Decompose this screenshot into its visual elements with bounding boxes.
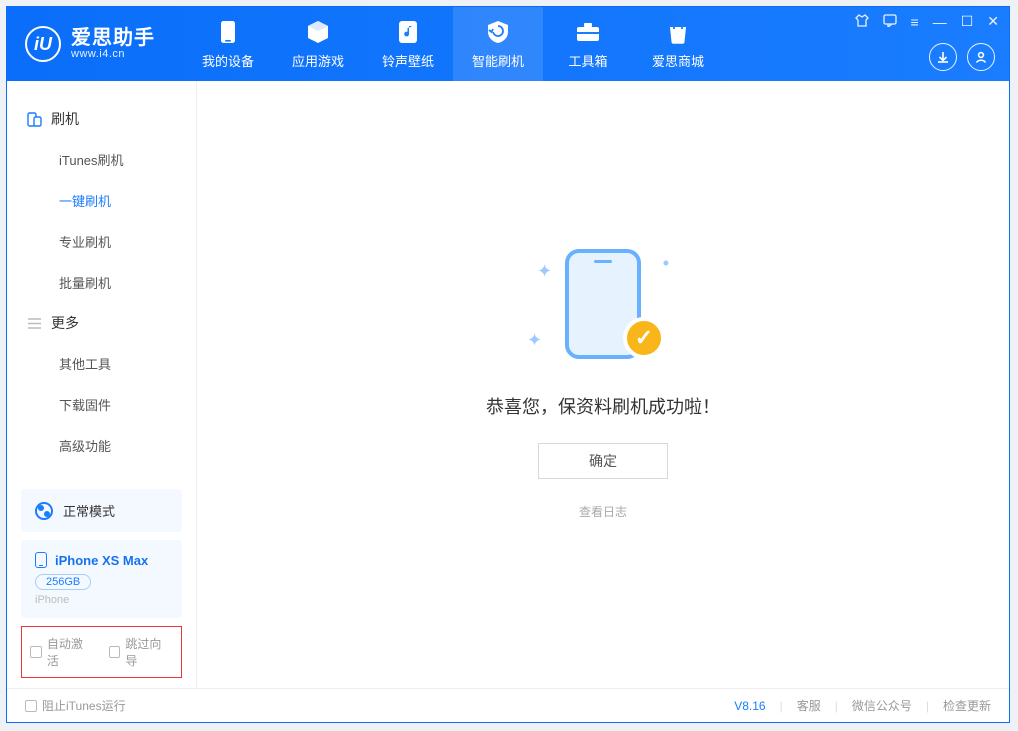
sidebar-item-pro-flash[interactable]: 专业刷机 — [7, 221, 196, 262]
sidebar-item-itunes-flash[interactable]: iTunes刷机 — [7, 139, 196, 180]
nav-label: 工具箱 — [568, 51, 607, 70]
sidebar-section-more: 更多 — [7, 303, 196, 343]
device-name-row: iPhone XS Max — [35, 552, 168, 568]
ok-button[interactable]: 确定 — [538, 443, 668, 479]
sidebar-item-other-tools[interactable]: 其他工具 — [7, 343, 196, 384]
nav-label: 应用游戏 — [292, 51, 344, 70]
toolbox-icon — [575, 19, 601, 45]
footer-link-update[interactable]: 检查更新 — [943, 697, 991, 714]
download-button[interactable] — [929, 43, 957, 71]
hamburger-icon — [27, 316, 42, 331]
nav-label: 爱思商城 — [652, 51, 704, 70]
device-subtitle: iPhone — [35, 594, 168, 606]
nav-store[interactable]: 爱思商城 — [633, 7, 723, 81]
version-label: V8.16 — [734, 699, 765, 713]
sidebar: 刷机 iTunes刷机 一键刷机 专业刷机 批量刷机 更多 其他工具 下载固件 … — [7, 81, 197, 688]
nav-label: 铃声壁纸 — [382, 51, 434, 70]
menu-icon[interactable]: ≡ — [911, 14, 919, 30]
feedback-icon[interactable] — [883, 14, 897, 30]
checkbox-icon — [25, 700, 37, 712]
footer-link-wechat[interactable]: 微信公众号 — [852, 697, 912, 714]
check-badge-icon: ✓ — [623, 317, 665, 359]
app-header: iU 爱思助手 www.i4.cn 我的设备 应用游戏 — [7, 7, 1009, 81]
user-button[interactable] — [967, 43, 995, 71]
sidebar-section-flash: 刷机 — [7, 99, 196, 139]
bag-icon — [665, 19, 691, 45]
logo-url: www.i4.cn — [71, 49, 155, 61]
minimize-button[interactable]: — — [933, 14, 947, 30]
status-bar: 阻止iTunes运行 V8.16 | 客服 | 微信公众号 | 检查更新 — [7, 688, 1009, 722]
logo-icon: iU — [25, 26, 61, 62]
device-card[interactable]: iPhone XS Max 256GB iPhone — [21, 540, 182, 618]
checkbox-skip-guide[interactable]: 跳过向导 — [109, 635, 174, 669]
mode-label: 正常模式 — [63, 501, 115, 520]
header-circle-buttons — [929, 43, 995, 71]
checkbox-label: 跳过向导 — [125, 635, 173, 669]
checkbox-icon — [109, 646, 121, 658]
logo-title: 爱思助手 — [71, 28, 155, 49]
footer-right: V8.16 | 客服 | 微信公众号 | 检查更新 — [734, 697, 991, 714]
checkbox-icon — [30, 646, 42, 658]
sparkle-icon: ✦ — [537, 261, 552, 282]
nav-apps-games[interactable]: 应用游戏 — [273, 7, 363, 81]
nav-label: 智能刷机 — [472, 51, 524, 70]
sidebar-bottom: 正常模式 iPhone XS Max 256GB iPhone 自动激活 — [7, 481, 196, 688]
phone-icon — [35, 552, 47, 568]
logo[interactable]: iU 爱思助手 www.i4.cn — [7, 26, 173, 62]
maximize-button[interactable]: ☐ — [961, 13, 974, 30]
nav-smart-flash[interactable]: 智能刷机 — [453, 7, 543, 81]
mode-card[interactable]: 正常模式 — [21, 489, 182, 532]
sparkle-icon: • — [663, 253, 669, 274]
shield-refresh-icon — [485, 19, 511, 45]
success-illustration: ✦ • ✦ ✓ — [533, 249, 673, 369]
success-message: 恭喜您，保资料刷机成功啦！ — [486, 393, 720, 419]
app-window: iU 爱思助手 www.i4.cn 我的设备 应用游戏 — [6, 6, 1010, 723]
device-name: iPhone XS Max — [55, 553, 148, 568]
shirt-icon[interactable] — [855, 14, 869, 30]
nav-ringtone-wallpaper[interactable]: 铃声壁纸 — [363, 7, 453, 81]
checkbox-label: 自动激活 — [47, 635, 95, 669]
sidebar-item-download-firmware[interactable]: 下载固件 — [7, 384, 196, 425]
window-controls: ≡ — ☐ ✕ — [855, 13, 999, 30]
music-sheet-icon — [395, 19, 421, 45]
checkbox-auto-activate[interactable]: 自动激活 — [30, 635, 95, 669]
app-body: 刷机 iTunes刷机 一键刷机 专业刷机 批量刷机 更多 其他工具 下载固件 … — [7, 81, 1009, 688]
mode-icon — [35, 502, 53, 520]
footer-link-support[interactable]: 客服 — [797, 697, 821, 714]
sparkle-icon: ✦ — [527, 330, 542, 351]
sidebar-section-title: 更多 — [51, 313, 79, 333]
logo-text: 爱思助手 www.i4.cn — [71, 28, 155, 61]
cube-icon — [305, 19, 331, 45]
phone-tablet-icon — [27, 112, 42, 127]
nav-my-device[interactable]: 我的设备 — [183, 7, 273, 81]
close-button[interactable]: ✕ — [987, 13, 999, 30]
top-nav: 我的设备 应用游戏 铃声壁纸 智能刷机 — [183, 7, 723, 81]
device-icon — [215, 19, 241, 45]
nav-toolbox[interactable]: 工具箱 — [543, 7, 633, 81]
main-content: ✦ • ✦ ✓ 恭喜您，保资料刷机成功啦！ 确定 查看日志 — [197, 81, 1009, 688]
view-log-link[interactable]: 查看日志 — [579, 503, 627, 520]
checkbox-highlight-row: 自动激活 跳过向导 — [21, 626, 182, 678]
sidebar-item-advanced[interactable]: 高级功能 — [7, 425, 196, 466]
sidebar-item-oneclick-flash[interactable]: 一键刷机 — [7, 180, 196, 221]
nav-label: 我的设备 — [202, 51, 254, 70]
sidebar-section-title: 刷机 — [51, 109, 79, 129]
sidebar-item-batch-flash[interactable]: 批量刷机 — [7, 262, 196, 303]
checkbox-stop-itunes[interactable]: 阻止iTunes运行 — [25, 697, 126, 714]
checkbox-label: 阻止iTunes运行 — [42, 697, 126, 714]
device-capacity: 256GB — [35, 574, 91, 590]
